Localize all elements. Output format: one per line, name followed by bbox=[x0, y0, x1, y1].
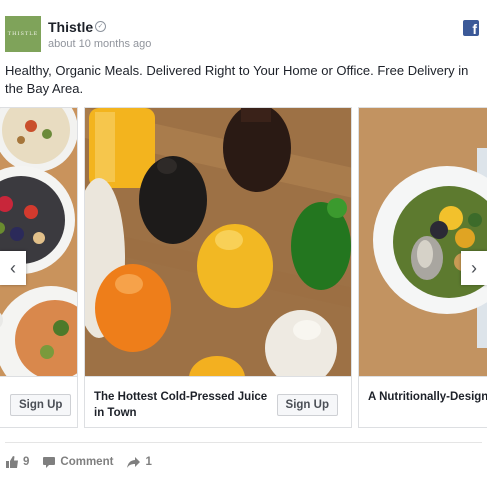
facebook-icon: f bbox=[463, 20, 479, 36]
facebook-ad-post: THISTLE Thistle ✓ about 10 months ago f … bbox=[0, 0, 487, 490]
share-action[interactable]: 1 bbox=[127, 456, 152, 468]
share-arrow-icon bbox=[127, 456, 141, 468]
juice-bottles-photo bbox=[85, 108, 351, 376]
comment-action[interactable]: Comment bbox=[43, 456, 113, 468]
comment-label: Comment bbox=[60, 456, 114, 468]
carousel-card-2[interactable]: The Hottest Cold-Pressed Juice in Town S… bbox=[84, 107, 352, 428]
salad-bowls-photo bbox=[0, 108, 77, 376]
chevron-right-icon[interactable]: › bbox=[461, 251, 487, 285]
thumbs-up-icon bbox=[6, 456, 18, 468]
actions-divider bbox=[5, 442, 482, 443]
card-footer: The Hottest Cold-Pressed Juice in Town S… bbox=[85, 376, 351, 427]
page-avatar[interactable]: THISTLE bbox=[5, 16, 41, 52]
sign-up-button[interactable]: Sign Up bbox=[10, 394, 72, 416]
card-headline: A Nutritionally-Designe bbox=[368, 391, 487, 403]
chevron-left-icon[interactable]: ‹ bbox=[0, 251, 26, 285]
grain-bowl-photo bbox=[359, 108, 487, 376]
card-footer: Sign Up bbox=[0, 376, 77, 427]
post-header: THISTLE Thistle ✓ about 10 months ago f bbox=[5, 16, 485, 54]
sign-up-button[interactable]: Sign Up bbox=[276, 394, 338, 416]
post-caption: Healthy, Organic Meals. Delivered Right … bbox=[5, 63, 469, 96]
page-name[interactable]: Thistle bbox=[48, 19, 93, 35]
check-circle-icon: ✓ bbox=[95, 21, 106, 32]
post-actions: 9 Comment 1 bbox=[6, 454, 166, 470]
like-action[interactable]: 9 bbox=[6, 456, 29, 468]
like-count: 9 bbox=[23, 456, 30, 468]
card-headline: The Hottest Cold-Pressed Juice in Town bbox=[94, 391, 268, 419]
avatar-logo-text: THISTLE bbox=[7, 31, 39, 37]
post-timestamp[interactable]: about 10 months ago bbox=[48, 38, 151, 50]
ad-carousel: Sign Up The Hottest Cold-Pressed Juice i… bbox=[0, 107, 487, 429]
comment-icon bbox=[43, 456, 56, 468]
card-footer: A Nutritionally-Designe bbox=[359, 376, 487, 427]
share-count: 1 bbox=[145, 456, 152, 468]
